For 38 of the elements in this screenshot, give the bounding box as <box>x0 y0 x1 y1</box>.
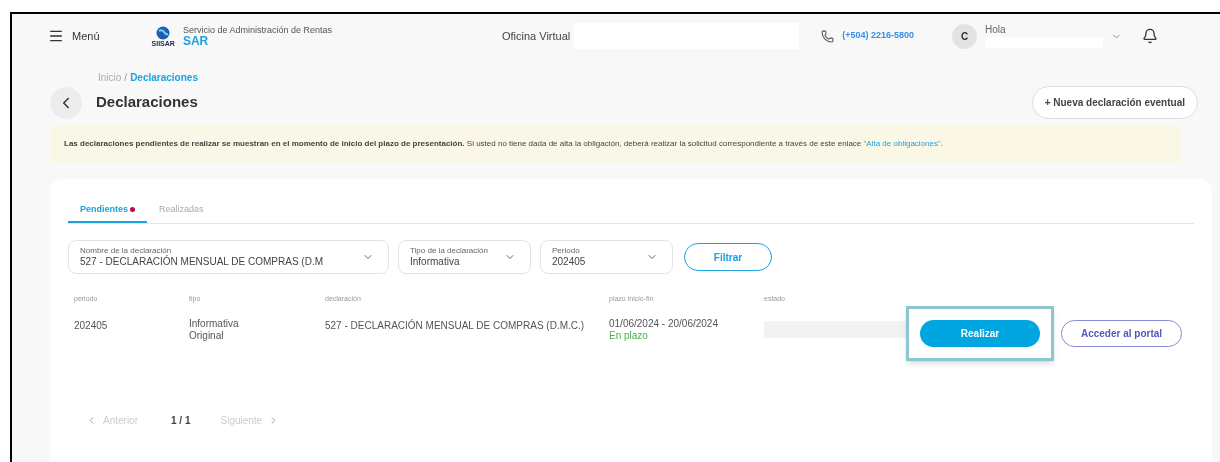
filter-value: Informativa <box>410 255 461 269</box>
table-cell-text: 527 - DECLARACIÓN MENSUAL DE COMPRAS (D.M.C.) <box>325 318 586 333</box>
notice-text: Las declaraciones pendientes de realizar se muestran en el momento de inicio del plazo de presentación. Si usted no tiene dada de alta la obligación, deberá realizar la solicitud correspondiente a través de este enlace "Alta de obligaciones". <box>64 138 944 150</box>
greeting: Hola <box>985 24 1007 35</box>
filter-label: Tipo de la declaración <box>410 245 489 256</box>
table-cell-text: Original <box>189 330 225 343</box>
breadcrumb-separator: / <box>123 72 129 83</box>
menu-icon <box>48 28 64 44</box>
filter-select[interactable]: Periodo 202405 <box>540 240 673 274</box>
new-declaration-button[interactable]: + Nueva declaración eventual <box>1031 86 1198 119</box>
filter-value: 202405 <box>552 255 587 269</box>
table-cell-text: Informativa <box>189 317 240 330</box>
notification-icon[interactable] <box>1142 28 1159 44</box>
filter-value: 527 - DECLARACIÓN MENSUAL DE COMPRAS (D.M <box>80 255 324 269</box>
table-cell-text: 01/06/2024 - 20/06/2024 <box>609 317 719 330</box>
globe-icon <box>156 25 171 40</box>
tab[interactable]: Pendientes <box>68 203 147 223</box>
filter-select[interactable]: Nombre de la declaración 527 - DECLARACIÓN MENSUAL DE COMPRAS (D.M <box>68 240 389 274</box>
phone-icon <box>821 29 835 43</box>
filter-label: Periodo <box>552 245 581 256</box>
breadcrumb-link[interactable]: Declaraciones <box>130 72 198 83</box>
page-title: Declaraciones <box>96 92 198 113</box>
realizar-button[interactable]: Realizar <box>920 319 1040 347</box>
page-indicator: 1 / 1 <box>171 413 191 428</box>
org-short: SAR <box>182 34 210 47</box>
avatar[interactable]: C <box>952 23 978 49</box>
phone-number: (+504) 2216-5800 <box>842 29 915 43</box>
tab[interactable]: Realizadas <box>147 203 216 223</box>
table-cell-text: 202405 <box>74 318 109 333</box>
status-text: En plazo <box>609 330 649 343</box>
filter-label: Nombre de la declaración <box>80 245 173 255</box>
menu-button[interactable]: Menú <box>48 27 100 45</box>
breadcrumb-link[interactable]: Inicio <box>98 72 122 83</box>
notice-link[interactable]: "Alta de obligaciones" <box>863 139 941 148</box>
back-button[interactable] <box>50 86 82 119</box>
org-name: Servicio de Administración de Rentas <box>182 25 332 35</box>
filter-select[interactable]: Tipo de la declaración Informativa <box>398 240 531 274</box>
office-label: Oficina Virtual <box>501 28 571 44</box>
